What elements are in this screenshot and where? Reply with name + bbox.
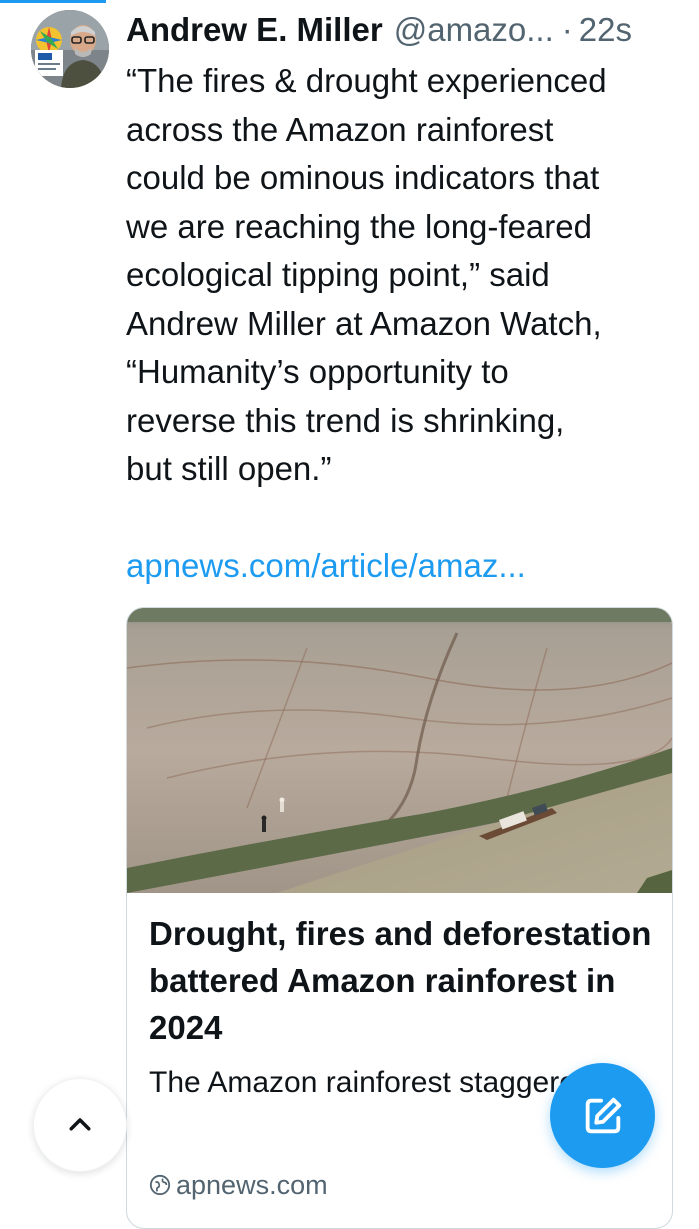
author-name[interactable]: Andrew E. Miller: [126, 8, 383, 52]
card-image: [127, 608, 672, 893]
card-source[interactable]: apnews.com: [149, 1165, 328, 1205]
chevron-up-icon: [69, 1118, 91, 1131]
compose-icon: [585, 1097, 621, 1133]
tweet-link[interactable]: apnews.com/article/amaz...: [126, 542, 526, 590]
active-tab-indicator: [0, 0, 106, 3]
separator-dot: ·: [561, 11, 573, 48]
tweet-timestamp[interactable]: 22s: [579, 8, 632, 52]
author-handle[interactable]: @amazo...: [394, 8, 554, 52]
tweet-header: Andrew E. Miller @amazo... · 22s: [126, 8, 686, 52]
avatar[interactable]: [31, 10, 109, 88]
globe-icon: [149, 1174, 171, 1196]
tweet-text: “The fires & drought experienced across …: [126, 62, 607, 487]
card-description: The Amazon rainforest staggered through …: [149, 1066, 569, 1099]
scroll-to-top-button[interactable]: [33, 1078, 127, 1172]
card-title[interactable]: Drought, fires and deforestation battere…: [149, 910, 654, 1051]
card-source-domain: apnews.com: [176, 1170, 328, 1200]
compose-button[interactable]: [550, 1063, 655, 1168]
